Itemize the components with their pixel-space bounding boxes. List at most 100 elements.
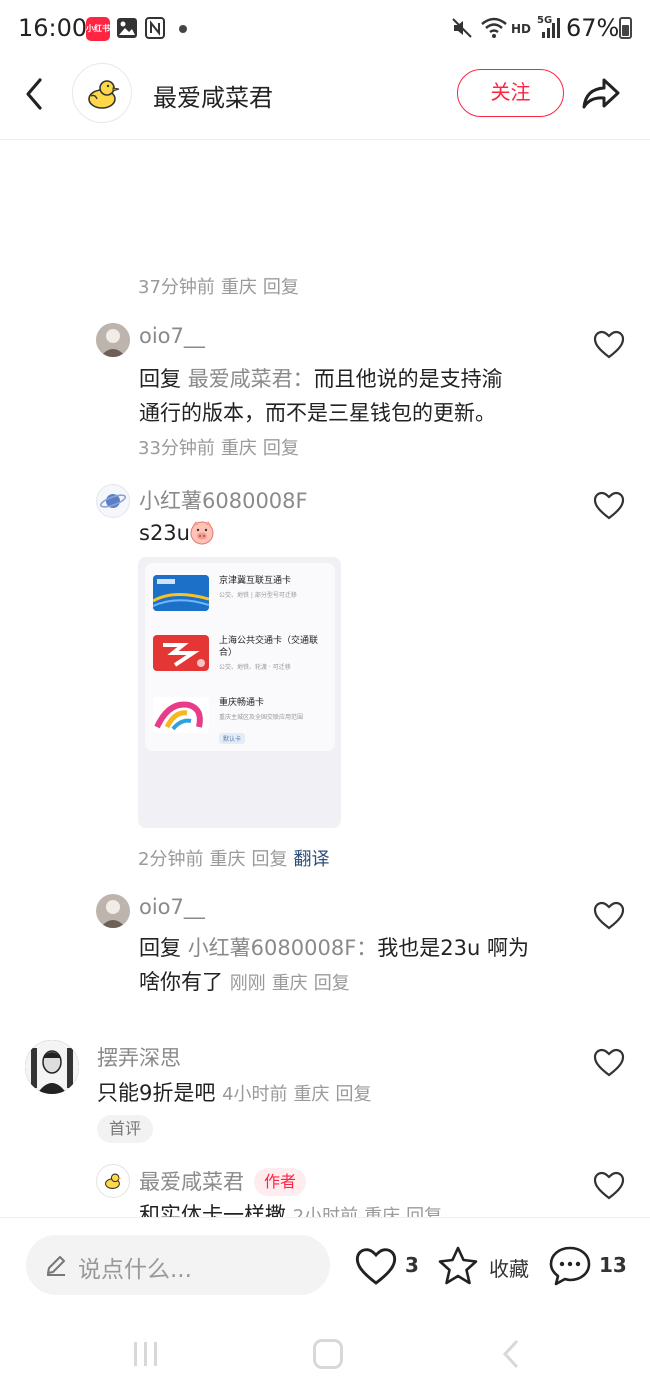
follow-button[interactable]: 关注 xyxy=(457,69,564,117)
comment-time: 37分钟前 xyxy=(138,277,215,298)
comment-meta: 37分钟前 重庆 回复 xyxy=(138,273,305,299)
user-name[interactable]: 最爱咸菜君 xyxy=(139,1170,244,1194)
battery-percent: 67% xyxy=(566,14,620,42)
user-name[interactable]: 摆弄深思 xyxy=(97,1042,181,1072)
comment-text: 只能9折是吧 4小时前 重庆 回复 xyxy=(97,1076,378,1112)
reply-to-name[interactable]: 最爱咸菜君： xyxy=(188,367,314,391)
comment-body-line1: 而且他说的是支持渝 xyxy=(313,367,503,391)
like-heart-icon[interactable] xyxy=(593,330,625,360)
user-photo-icon xyxy=(96,894,130,928)
comment-time: 4小时前 xyxy=(222,1084,288,1105)
reply-link[interactable]: 回复 xyxy=(263,438,299,459)
duck-avatar-icon xyxy=(88,80,120,109)
like-heart-icon[interactable] xyxy=(593,1171,625,1201)
comment-input-placeholder: 说点什么... xyxy=(78,1257,192,1283)
card-subtitle: 公交、地铁、轮渡 · 可迁移 xyxy=(219,664,291,671)
collect-label[interactable]: 收藏 xyxy=(489,1253,529,1282)
first-comment-tag: 首评 xyxy=(97,1115,154,1143)
comment-body: s23u xyxy=(139,521,190,545)
card-title: 京津冀互联互通卡 xyxy=(219,576,292,586)
comment-time: 2分钟前 xyxy=(138,849,204,870)
comment-text: s23u xyxy=(139,516,190,550)
author-avatar[interactable] xyxy=(72,63,132,123)
translate-link[interactable]: 翻译 xyxy=(293,849,329,870)
top-bar: 最爱咸菜君 关注 xyxy=(0,60,650,140)
battery-icon xyxy=(619,17,632,39)
comment-location: 重庆 xyxy=(293,1084,330,1105)
reply-link[interactable]: 回复 xyxy=(263,277,299,298)
card-image-chongqing xyxy=(153,697,209,733)
like-heart-icon[interactable] xyxy=(593,491,625,521)
card-title: 重庆畅通卡 xyxy=(219,698,265,708)
author-avatar[interactable] xyxy=(96,1164,130,1198)
hd-indicator: HD xyxy=(511,22,532,36)
comment-bubble-icon[interactable] xyxy=(547,1244,593,1288)
card-image-shanghai xyxy=(153,635,209,671)
comment-body-line1: 我也是23u 啊为 xyxy=(377,936,530,960)
comment-text: 回复 最爱咸菜君：而且他说的是支持渝 通行的版本，而不是三星钱包的更新。 xyxy=(139,362,579,430)
transit-cards-screenshot: 京津冀互联互通卡 公交、地铁 | 部分型号可迁移 上海公共交通卡（交通联合） 公… xyxy=(145,563,335,751)
comment-location: 重庆 xyxy=(209,849,246,870)
collect-star-icon[interactable] xyxy=(436,1245,480,1287)
comment-time: 33分钟前 xyxy=(138,438,215,459)
notification-dot-icon xyxy=(179,25,187,33)
card-title: 上海公共交通卡（交通联合） xyxy=(219,636,319,658)
reply-prefix: 回复 xyxy=(139,936,181,960)
comment-meta: 刚刚 重庆 回复 xyxy=(230,973,356,994)
reply-to-name[interactable]: 小红薯6080008F： xyxy=(188,936,378,960)
like-heart-icon[interactable] xyxy=(593,1048,625,1078)
comment-count: 13 xyxy=(599,1253,627,1277)
transit-card-row: 京津冀互联互通卡 公交、地铁 | 部分型号可迁移 xyxy=(153,565,329,615)
wifi-icon xyxy=(481,17,507,38)
duck-avatar-icon xyxy=(105,1173,122,1189)
planet-avatar-icon xyxy=(99,494,127,508)
author-tag: 作者 xyxy=(254,1168,307,1196)
system-nav-bar xyxy=(0,1318,650,1394)
reply-link[interactable]: 回复 xyxy=(251,849,287,870)
author-name[interactable]: 最爱咸菜君 xyxy=(153,78,273,113)
comment-meta: 33分钟前 重庆 回复 xyxy=(138,434,305,460)
comment-body-line2: 啥你有了 xyxy=(139,970,223,994)
signal-icon xyxy=(542,18,560,38)
comment-location: 重庆 xyxy=(220,438,257,459)
comment-location: 重庆 xyxy=(220,277,257,298)
user-name[interactable]: oio7__ xyxy=(139,895,205,919)
reply-link[interactable]: 回复 xyxy=(314,973,350,994)
comment-input[interactable]: 说点什么... xyxy=(26,1235,330,1295)
default-card-badge: 默认卡 xyxy=(219,733,246,744)
comment-text: 回复 小红薯6080008F：我也是23u 啊为 啥你有了 刚刚 重庆 回复 xyxy=(139,931,579,1001)
comment-meta: 2分钟前 重庆 回复 翻译 xyxy=(138,845,335,871)
home-icon[interactable] xyxy=(313,1339,343,1369)
mute-icon xyxy=(452,18,472,38)
like-heart-icon[interactable] xyxy=(593,901,625,931)
user-avatar[interactable] xyxy=(96,484,130,518)
status-time: 16:00 xyxy=(18,14,88,42)
transit-card-row: 上海公共交通卡（交通联合） 公交、地铁、轮渡 · 可迁移 xyxy=(153,625,329,675)
user-avatar[interactable] xyxy=(96,323,130,357)
reply-link[interactable]: 回复 xyxy=(336,1084,372,1105)
like-heart-icon[interactable] xyxy=(354,1247,398,1287)
user-photo-icon xyxy=(25,1040,79,1094)
comment-meta: 4小时前 重庆 回复 xyxy=(222,1084,377,1105)
nav-back-icon[interactable] xyxy=(499,1338,523,1370)
reply-prefix: 回复 xyxy=(139,367,181,391)
user-photo-icon xyxy=(96,323,130,357)
back-arrow-icon[interactable] xyxy=(20,76,50,112)
comment-image[interactable]: 京津冀互联互通卡 公交、地铁 | 部分型号可迁移 上海公共交通卡（交通联合） 公… xyxy=(138,557,341,828)
comment-body-line2: 通行的版本，而不是三星钱包的更新。 xyxy=(139,401,496,425)
comment-body: 只能9折是吧 xyxy=(97,1081,216,1105)
gallery-icon xyxy=(117,18,137,38)
like-count: 3 xyxy=(405,1253,419,1277)
user-name[interactable]: oio7__ xyxy=(139,324,205,348)
card-subtitle: 重庆主城区及全国交联应用范围 xyxy=(219,714,304,721)
user-avatar[interactable] xyxy=(96,894,130,928)
pencil-icon xyxy=(47,1256,65,1276)
user-avatar[interactable] xyxy=(25,1040,79,1094)
user-name-row: 最爱咸菜君 作者 xyxy=(139,1166,307,1196)
user-name[interactable]: 小红薯6080008F xyxy=(139,485,308,515)
recent-apps-icon[interactable] xyxy=(131,1339,161,1369)
bottom-action-bar: 说点什么... 3 收藏 13 xyxy=(0,1218,650,1318)
nfc-icon xyxy=(145,17,165,39)
comment-location: 重庆 xyxy=(271,973,308,994)
share-icon[interactable] xyxy=(580,75,622,111)
